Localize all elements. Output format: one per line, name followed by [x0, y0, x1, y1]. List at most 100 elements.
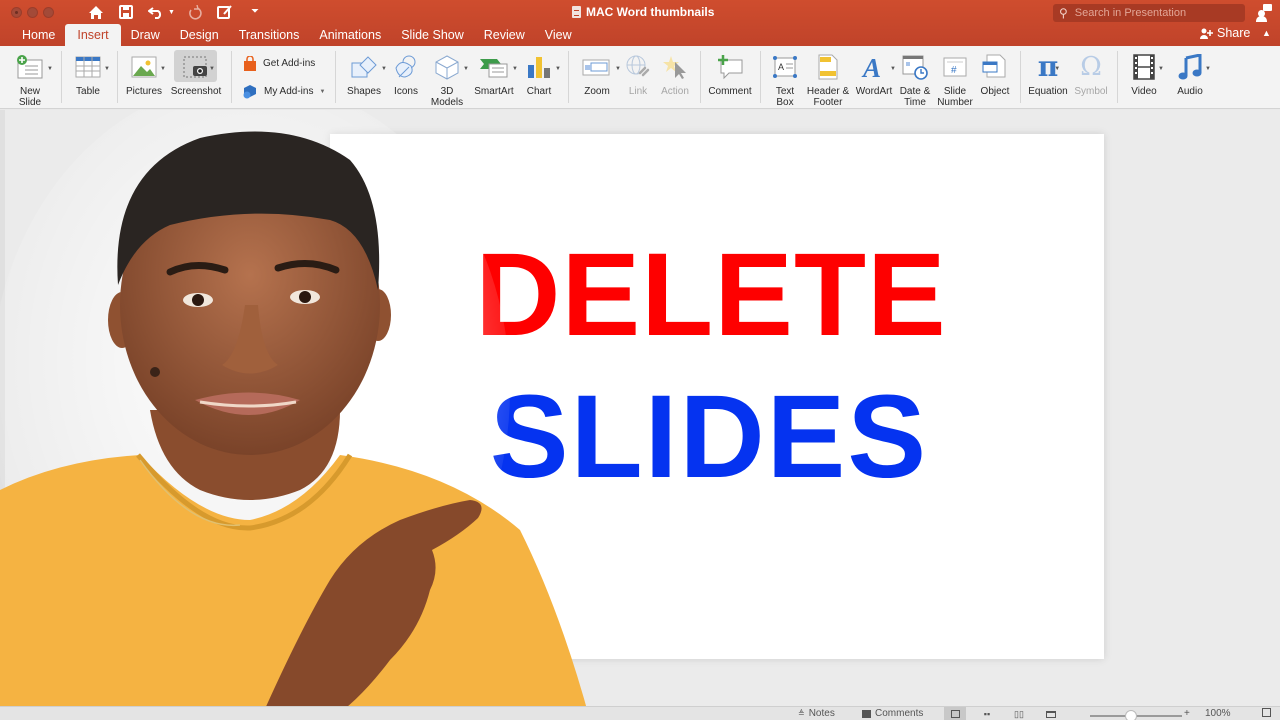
normal-view-button[interactable]: [944, 707, 966, 720]
tab-design[interactable]: Design: [170, 24, 229, 46]
comments-button[interactable]: Comments: [862, 708, 923, 719]
svg-text:#: #: [951, 65, 957, 76]
slide-show-view-button[interactable]: [1040, 707, 1062, 720]
fit-to-window-icon: [1262, 708, 1271, 717]
search-input[interactable]: ⚲ Search in Presentation: [1053, 4, 1245, 22]
presenter-photo: [0, 110, 590, 720]
wordart-dropdown-icon[interactable]: ▼: [890, 64, 896, 75]
my-addins-label: My Add-ins: [264, 86, 314, 97]
new-slide-dropdown-icon[interactable]: ▼: [47, 64, 53, 75]
account-feedback-icon[interactable]: [1256, 4, 1272, 22]
text-box-button[interactable]: A Text Box: [770, 50, 800, 108]
new-slide-icon: ▼: [16, 50, 53, 84]
video-button[interactable]: ▼ Video: [1128, 50, 1164, 97]
tab-transitions[interactable]: Transitions: [229, 24, 310, 46]
my-addins-button[interactable]: My Add-ins ▼: [243, 84, 325, 99]
notes-button[interactable]: ≜ Notes: [798, 708, 835, 719]
wordart-label: WordArt: [855, 86, 893, 97]
tab-review[interactable]: Review: [474, 24, 535, 46]
pictures-button[interactable]: ▼ Pictures: [124, 50, 166, 97]
screenshot-button[interactable]: ▼ Screenshot: [170, 50, 222, 97]
chart-icon: ▼: [526, 50, 561, 84]
normal-view-icon: [950, 710, 960, 718]
video-dropdown-icon[interactable]: ▼: [1158, 64, 1164, 75]
zoom-in-button[interactable]: +: [1184, 708, 1190, 719]
chart-button[interactable]: ▼ Chart: [524, 50, 561, 97]
maximize-window-button[interactable]: [43, 7, 54, 18]
svg-text:A: A: [778, 62, 784, 72]
get-addins-label: Get Add-ins: [263, 58, 316, 69]
tab-view[interactable]: View: [535, 24, 582, 46]
icons-button[interactable]: Icons: [392, 50, 420, 97]
share-button[interactable]: Share: [1200, 26, 1250, 40]
tab-slide-show[interactable]: Slide Show: [391, 24, 474, 46]
reading-view-button[interactable]: ▯▯: [1008, 707, 1030, 720]
fit-to-window-button[interactable]: [1262, 708, 1271, 717]
ribbon-divider: [117, 51, 118, 103]
text-box-icon: A: [772, 50, 798, 84]
smartart-dropdown-icon[interactable]: ▼: [512, 64, 518, 75]
calendar-clock-icon: [901, 50, 929, 84]
close-window-button[interactable]: [11, 7, 22, 18]
customize-toolbar-icon[interactable]: ⏷: [245, 3, 265, 21]
undo-dropdown-icon[interactable]: ▼: [168, 9, 175, 16]
equation-button[interactable]: π ▼ Equation: [1027, 50, 1069, 98]
zoom-slide-icon: ▼: [582, 50, 621, 84]
tab-home[interactable]: Home: [12, 24, 65, 46]
film-icon: ▼: [1133, 50, 1164, 84]
ribbon-divider: [1020, 51, 1021, 103]
new-slide-button[interactable]: ▼ New Slide: [12, 50, 53, 108]
3d-models-dropdown-icon[interactable]: ▼: [463, 64, 469, 75]
link-button[interactable]: Link: [624, 50, 652, 97]
action-button[interactable]: Action: [659, 50, 691, 97]
shapes-dropdown-icon[interactable]: ▼: [381, 64, 387, 75]
my-addins-dropdown-icon[interactable]: ▼: [319, 89, 325, 95]
audio-dropdown-icon[interactable]: ▼: [1205, 64, 1211, 75]
zoom-button[interactable]: ▼ Zoom: [580, 50, 621, 97]
save-icon[interactable]: [116, 3, 136, 21]
tab-insert[interactable]: Insert: [65, 24, 121, 46]
get-addins-button[interactable]: Get Add-ins: [243, 56, 315, 71]
symbol-button[interactable]: Ω Symbol: [1072, 50, 1110, 97]
ribbon-divider: [61, 51, 62, 103]
zoom-level[interactable]: 100%: [1205, 708, 1231, 719]
chart-dropdown-icon[interactable]: ▼: [555, 64, 561, 75]
document-title: MAC Word thumbnails: [572, 5, 714, 19]
pictures-label: Pictures: [125, 86, 163, 97]
header-footer-button[interactable]: Header & Footer: [806, 50, 850, 108]
pi-icon: π ▼: [1037, 50, 1061, 83]
undo-icon[interactable]: [146, 3, 166, 21]
collapse-ribbon-icon[interactable]: ▲: [1262, 28, 1271, 38]
new-slide-label: New Slide: [18, 86, 42, 108]
slide-sorter-icon: ▪▪: [983, 709, 991, 719]
tab-animations[interactable]: Animations: [309, 24, 391, 46]
wordart-button[interactable]: A ▼ WordArt: [855, 50, 896, 97]
window-controls: [11, 7, 54, 18]
3d-models-button[interactable]: ▼ 3D Models: [430, 50, 469, 108]
screenshot-dropdown-icon[interactable]: ▼: [209, 64, 215, 75]
add-person-icon: [1200, 28, 1213, 39]
home-icon[interactable]: [86, 3, 106, 21]
redo-icon[interactable]: [185, 3, 205, 21]
ribbon-divider: [700, 51, 701, 103]
table-button[interactable]: ▼ Table: [72, 50, 110, 97]
ribbon-tabs: Home Insert Draw Design Transitions Anim…: [12, 24, 582, 46]
smartart-button[interactable]: ▼ SmartArt: [473, 50, 518, 97]
minimize-window-button[interactable]: [27, 7, 38, 18]
reading-view-icon: ▯▯: [1014, 708, 1024, 719]
slide-sorter-view-button[interactable]: ▪▪: [976, 707, 998, 720]
table-dropdown-icon[interactable]: ▼: [104, 64, 110, 75]
equation-dropdown-icon[interactable]: ▼: [1054, 64, 1060, 75]
shapes-button[interactable]: ▼ Shapes: [345, 50, 387, 97]
comment-button[interactable]: Comment: [708, 50, 752, 97]
tab-draw[interactable]: Draw: [121, 24, 170, 46]
zoom-slider-handle[interactable]: [1125, 710, 1138, 720]
zoom-dropdown-icon[interactable]: ▼: [615, 64, 621, 75]
document-icon: [572, 6, 581, 18]
date-time-button[interactable]: Date & Time: [899, 50, 931, 108]
audio-button[interactable]: ▼ Audio: [1174, 50, 1211, 97]
slide-number-button[interactable]: # Slide Number: [936, 50, 974, 108]
object-button[interactable]: Object: [978, 50, 1012, 97]
pictures-dropdown-icon[interactable]: ▼: [160, 64, 166, 75]
edit-icon[interactable]: [215, 3, 235, 21]
